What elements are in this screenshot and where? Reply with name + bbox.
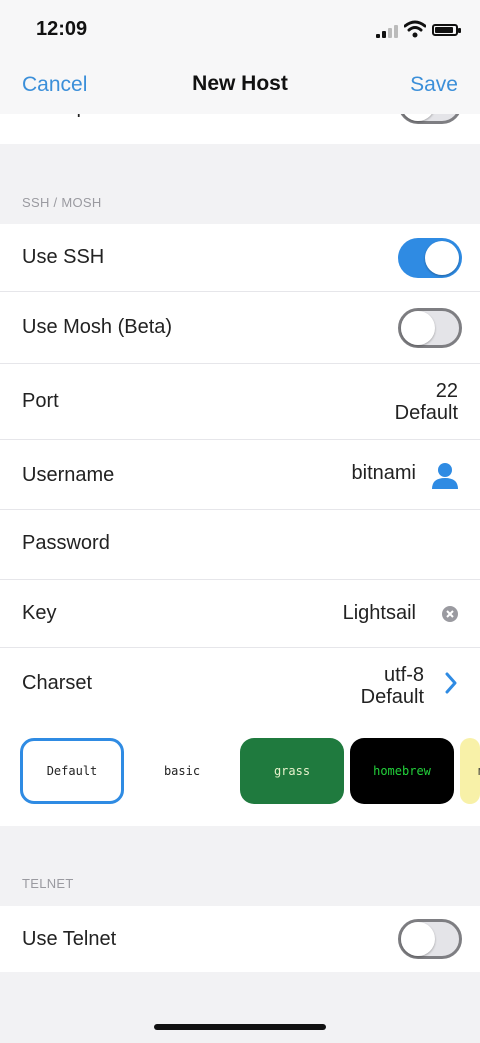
save-button[interactable]: Save <box>410 73 458 97</box>
use-mosh-toggle[interactable] <box>398 308 462 348</box>
theme-grass[interactable]: grass <box>240 738 344 804</box>
charset-field: utf-8 Default <box>361 664 424 708</box>
ssh-settings-group: Use SSH Use Mosh (Beta) Port 22 Default … <box>0 224 480 826</box>
status-bar: 12:09 <box>0 0 480 60</box>
username-value[interactable]: bitnami <box>352 462 416 485</box>
port-row[interactable]: Port 22 Default <box>0 364 480 440</box>
charset-label: Charset <box>22 672 93 694</box>
use-mosh-label: Use Mosh (Beta) <box>22 316 173 338</box>
use-telnet-row[interactable]: Use Telnet <box>0 906 480 972</box>
password-label: Password <box>22 532 110 554</box>
port-value: 22 <box>435 380 458 402</box>
username-row[interactable]: Username bitnami <box>0 440 480 510</box>
charset-value: utf-8 <box>383 664 424 686</box>
ssh-section-header: SSH / MOSH <box>22 195 102 210</box>
charset-row[interactable]: Charset utf-8 Default <box>0 648 480 720</box>
use-ssh-row[interactable]: Use SSH <box>0 224 480 292</box>
use-telnet-label: Use Telnet <box>22 928 117 950</box>
clear-key-icon[interactable] <box>442 606 458 622</box>
home-indicator[interactable] <box>154 1024 326 1030</box>
password-row[interactable]: Password <box>0 510 480 580</box>
theme-default[interactable]: Default <box>20 738 124 804</box>
charset-default-hint: Default <box>360 686 424 708</box>
key-label: Key <box>22 602 57 624</box>
clock: 12:09 <box>36 18 88 40</box>
theme-partial[interactable]: m <box>460 738 480 804</box>
wifi-icon <box>404 20 426 38</box>
telnet-settings-group: Use Telnet <box>0 906 480 972</box>
page-title: New Host <box>192 72 288 95</box>
theme-basic[interactable]: basic <box>130 738 234 804</box>
port-label: Port <box>22 390 59 412</box>
chevron-right-icon[interactable] <box>444 672 458 694</box>
use-mosh-row[interactable]: Use Mosh (Beta) <box>0 292 480 364</box>
signal-icon <box>376 24 398 38</box>
battery-icon <box>432 24 461 36</box>
theme-homebrew[interactable]: homebrew <box>350 738 454 804</box>
use-telnet-toggle[interactable] <box>398 919 462 959</box>
username-label: Username <box>22 464 115 486</box>
navigation-bar: Cancel New Host Save <box>0 60 480 114</box>
port-default-hint: Default <box>394 402 458 424</box>
port-field[interactable]: 22 Default <box>395 380 458 424</box>
contact-icon[interactable] <box>430 460 460 490</box>
key-row[interactable]: Key Lightsail <box>0 580 480 648</box>
telnet-section-header: TELNET <box>22 876 74 891</box>
use-ssh-toggle[interactable] <box>398 238 462 278</box>
use-ssh-label: Use SSH <box>22 246 105 268</box>
key-value[interactable]: Lightsail <box>343 602 416 625</box>
